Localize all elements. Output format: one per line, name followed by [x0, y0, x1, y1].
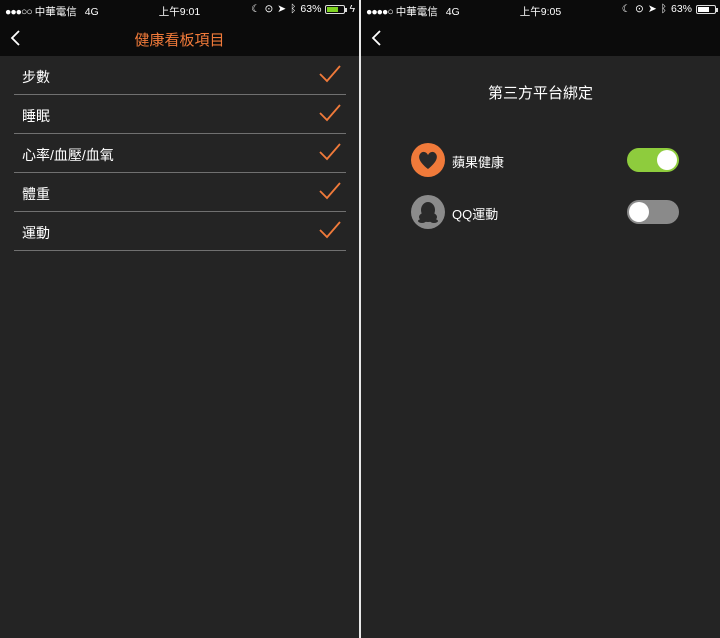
- toggle-knob: [629, 202, 649, 222]
- list-item[interactable]: 步數: [14, 56, 346, 95]
- rotation-lock-icon: ⊙: [264, 3, 274, 15]
- list-item[interactable]: 心率/血壓/血氧: [14, 134, 346, 173]
- checkmark-icon[interactable]: [319, 182, 341, 200]
- checkmark-icon[interactable]: [319, 143, 341, 161]
- battery-percent: 63%: [300, 3, 322, 15]
- heart-icon: [411, 143, 445, 177]
- checkmark-icon[interactable]: [319, 65, 341, 83]
- item-label: 睡眠: [22, 108, 50, 124]
- nav-bar: 健康看板項目: [0, 20, 359, 56]
- binding-label: QQ運動: [452, 207, 499, 222]
- battery-percent: 63%: [670, 3, 692, 15]
- status-right-group: ☾ ⊙ ➤ ᛒ 63% ϟ: [251, 3, 355, 15]
- item-label: 體重: [22, 186, 50, 202]
- battery-icon: [696, 4, 718, 14]
- health-dashboard-screen: ●●●○○ 中華電信 4G 上午9:01 ☾ ⊙ ➤ ᛒ 63% ϟ 健康看板項目 …: [0, 0, 359, 638]
- list-item[interactable]: 體重: [14, 173, 346, 212]
- status-bar: ●●●●○ 中華電信 4G 上午9:05 ☾ ⊙ ➤ ᛒ 63%: [361, 0, 720, 20]
- back-chevron-icon[interactable]: [369, 28, 387, 48]
- item-label: 運動: [22, 225, 50, 241]
- item-label: 心率/血壓/血氧: [22, 147, 114, 163]
- checkmark-icon[interactable]: [319, 104, 341, 122]
- section-heading: 第三方平台綁定: [487, 85, 593, 102]
- battery-icon: [325, 4, 348, 14]
- apple-health-toggle[interactable]: [627, 148, 679, 172]
- moon-icon: ☾: [251, 3, 261, 15]
- status-bar: ●●●○○ 中華電信 4G 上午9:01 ☾ ⊙ ➤ ᛒ 63% ϟ: [0, 0, 359, 20]
- toggle-knob: [657, 150, 677, 170]
- location-icon: ➤: [647, 3, 657, 15]
- qq-penguin-icon: [411, 195, 445, 229]
- location-icon: ➤: [277, 3, 287, 15]
- page-title: 健康看板項目: [134, 32, 225, 49]
- moon-icon: ☾: [621, 3, 632, 15]
- list-item[interactable]: 運動: [14, 212, 346, 251]
- item-label: 步數: [22, 69, 50, 85]
- bluetooth-icon: ᛒ: [660, 3, 667, 15]
- charging-icon: ϟ: [349, 3, 355, 15]
- dashboard-item-list: 步數 睡眠 心率/血壓/血氧 體重 運動: [14, 56, 346, 251]
- third-party-binding-screen: ●●●●○ 中華電信 4G 上午9:05 ☾ ⊙ ➤ ᛒ 63% 第三方平台綁定 蘋…: [361, 0, 720, 638]
- list-item[interactable]: 睡眠: [14, 95, 346, 134]
- checkmark-icon[interactable]: [319, 221, 341, 239]
- bluetooth-icon: ᛒ: [290, 3, 297, 15]
- binding-row-apple-health: 蘋果健康: [411, 143, 679, 177]
- binding-row-qq-sport: QQ運動: [411, 195, 679, 229]
- binding-label: 蘋果健康: [452, 155, 505, 170]
- nav-bar: [361, 20, 720, 56]
- qq-sport-toggle[interactable]: [627, 200, 679, 224]
- rotation-lock-icon: ⊙: [635, 3, 644, 15]
- status-right-group: ☾ ⊙ ➤ ᛒ 63%: [621, 3, 718, 15]
